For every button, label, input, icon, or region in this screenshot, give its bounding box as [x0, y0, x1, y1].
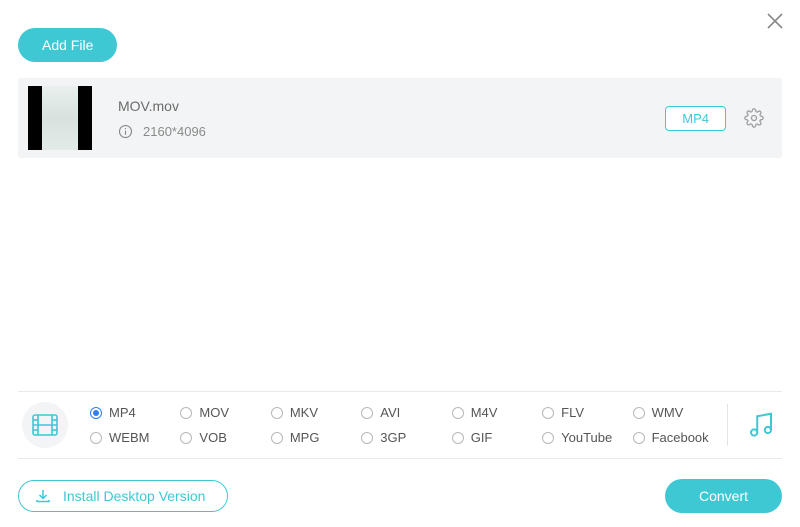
format-option-webm[interactable]: WEBM [90, 430, 176, 445]
radio-icon [361, 407, 373, 419]
format-option-mpg[interactable]: MPG [271, 430, 357, 445]
radio-icon [633, 432, 645, 444]
format-option-gif[interactable]: GIF [452, 430, 538, 445]
radio-icon [633, 407, 645, 419]
format-option-label: WEBM [109, 430, 149, 445]
format-option-wmv[interactable]: WMV [633, 405, 719, 420]
target-format-badge[interactable]: MP4 [665, 106, 726, 131]
radio-icon [180, 407, 192, 419]
format-option-vob[interactable]: VOB [180, 430, 266, 445]
file-item: MOV.mov 2160*4096 MP4 [18, 78, 782, 158]
format-option-mkv[interactable]: MKV [271, 405, 357, 420]
format-option-label: AVI [380, 405, 400, 420]
radio-icon [90, 407, 102, 419]
radio-icon [361, 432, 373, 444]
radio-icon [542, 407, 554, 419]
format-option-label: MOV [199, 405, 229, 420]
gear-icon [744, 108, 764, 128]
format-option-label: MKV [290, 405, 318, 420]
format-option-label: M4V [471, 405, 498, 420]
convert-button[interactable]: Convert [665, 479, 782, 513]
format-option-flv[interactable]: FLV [542, 405, 628, 420]
radio-icon [271, 432, 283, 444]
radio-icon [90, 432, 102, 444]
add-file-button[interactable]: Add File [18, 28, 117, 62]
format-option-label: Facebook [652, 430, 709, 445]
format-option-label: MPG [290, 430, 320, 445]
format-option-avi[interactable]: AVI [361, 405, 447, 420]
format-option-label: MP4 [109, 405, 136, 420]
radio-icon [452, 407, 464, 419]
format-option-label: YouTube [561, 430, 612, 445]
output-format-panel: MP4 MOV MKV AVI M4V FLV WMV WEBM VOB MPG 3GP GIF You… [18, 391, 782, 459]
format-option-label: 3GP [380, 430, 406, 445]
format-option-m4v[interactable]: M4V [452, 405, 538, 420]
format-option-3gp[interactable]: 3GP [361, 430, 447, 445]
close-button[interactable] [766, 12, 784, 30]
format-option-youtube[interactable]: YouTube [542, 430, 628, 445]
audio-category-button[interactable] [746, 410, 776, 440]
radio-icon [180, 432, 192, 444]
format-option-mov[interactable]: MOV [180, 405, 266, 420]
format-option-label: GIF [471, 430, 493, 445]
settings-button[interactable] [744, 108, 764, 128]
install-desktop-button[interactable]: Install Desktop Version [18, 480, 228, 512]
file-resolution: 2160*4096 [143, 124, 206, 139]
format-option-label: WMV [652, 405, 684, 420]
radio-icon [542, 432, 554, 444]
music-icon [746, 410, 776, 440]
format-option-mp4[interactable]: MP4 [90, 405, 176, 420]
footer: Install Desktop Version Convert [18, 479, 782, 513]
separator [727, 404, 728, 446]
close-icon [766, 12, 784, 30]
file-name: MOV.mov [118, 98, 665, 114]
radio-icon [271, 407, 283, 419]
format-option-label: VOB [199, 430, 226, 445]
download-icon [35, 488, 51, 504]
file-thumbnail [28, 86, 92, 150]
film-icon [32, 414, 58, 436]
format-grid: MP4 MOV MKV AVI M4V FLV WMV WEBM VOB MPG 3GP GIF You… [90, 405, 719, 445]
video-category-button[interactable] [22, 402, 68, 448]
format-option-label: FLV [561, 405, 584, 420]
install-desktop-label: Install Desktop Version [63, 488, 205, 504]
format-option-facebook[interactable]: Facebook [633, 430, 719, 445]
radio-icon [452, 432, 464, 444]
info-icon [118, 124, 133, 139]
